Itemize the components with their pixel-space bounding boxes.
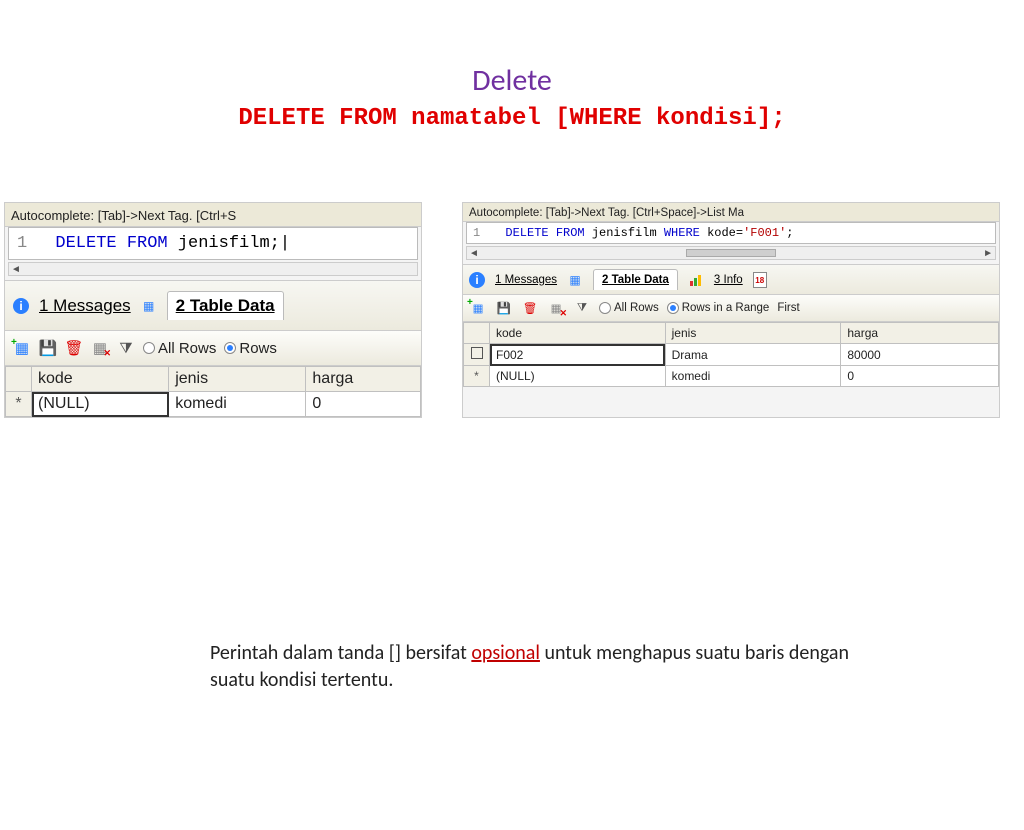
delete-grid-icon[interactable]: ▦	[91, 339, 109, 357]
sql-editor[interactable]: 1 DELETE FROM jenisfilm;|	[8, 227, 418, 260]
table-row[interactable]: * (NULL) komedi 0	[6, 392, 421, 417]
horizontal-scrollbar[interactable]: ◄	[8, 262, 418, 276]
save-icon[interactable]: 💾	[495, 299, 513, 317]
line-number: 1	[473, 226, 480, 240]
screenshot-left: Autocomplete: [Tab]->Next Tag. [Ctrl+S 1…	[4, 202, 422, 418]
result-grid[interactable]: kode jenis harga F002 Drama 80000 * (NUL…	[463, 322, 999, 387]
chart-icon	[688, 272, 704, 288]
line-number: 1	[17, 234, 27, 253]
slide-title: Delete	[0, 62, 1024, 99]
grid-toolbar: ▦ 💾 🗑 ▦ ⧩ All Rows Rows in a Range First	[463, 295, 999, 322]
result-grid[interactable]: kode jenis harga * (NULL) komedi 0	[5, 366, 421, 417]
table-row[interactable]: * (NULL) komedi 0	[464, 366, 999, 387]
grid-toolbar: ▦ 💾 🗑 ▦ ⧩ All Rows Rows	[5, 331, 421, 366]
tab-messages[interactable]: 1 Messages	[39, 296, 131, 316]
result-tabs: i 1 Messages ▦ 2 Table Data 3 Info 18	[463, 264, 999, 295]
radio-rows-range[interactable]: Rows	[224, 340, 277, 357]
filter-icon[interactable]: ⧩	[117, 339, 135, 357]
screenshot-right: Autocomplete: [Tab]->Next Tag. [Ctrl+Spa…	[462, 202, 1000, 418]
filter-icon[interactable]: ⧩	[573, 299, 591, 317]
autocomplete-hint: Autocomplete: [Tab]->Next Tag. [Ctrl+S	[5, 203, 421, 227]
radio-rows-range[interactable]: Rows in a Range	[667, 302, 770, 314]
grid-icon: ▦	[141, 298, 157, 314]
tab-messages[interactable]: 1 Messages	[495, 274, 557, 286]
autocomplete-hint: Autocomplete: [Tab]->Next Tag. [Ctrl+Spa…	[463, 203, 999, 222]
row-checkbox[interactable]	[464, 344, 490, 366]
delete-icon[interactable]: 🗑	[521, 299, 539, 317]
add-row-icon[interactable]: ▦	[13, 339, 31, 357]
add-row-icon[interactable]: ▦	[469, 299, 487, 317]
radio-all-rows[interactable]: All Rows	[599, 302, 659, 314]
save-icon[interactable]: 💾	[39, 339, 57, 357]
delete-icon[interactable]: 🗑	[65, 339, 83, 357]
tab-table-data[interactable]: 2 Table Data	[167, 291, 284, 320]
result-tabs: i 1 Messages ▦ 2 Table Data	[5, 280, 421, 331]
table-row[interactable]: F002 Drama 80000	[464, 344, 999, 366]
calendar-icon: 18	[753, 272, 767, 288]
tab-table-data[interactable]: 2 Table Data	[593, 269, 678, 290]
sql-syntax-template: DELETE FROM namatabel [WHERE kondisi];	[0, 105, 1024, 132]
label-first: First	[777, 302, 799, 314]
radio-all-rows[interactable]: All Rows	[143, 340, 216, 357]
tab-info[interactable]: 3 Info	[714, 274, 743, 286]
info-icon: i	[469, 272, 485, 288]
horizontal-scrollbar[interactable]: ◄►	[466, 246, 996, 260]
slide-caption: Perintah dalam tanda [] bersifat opsiona…	[210, 640, 850, 694]
delete-grid-icon[interactable]: ▦	[547, 299, 565, 317]
grid-icon: ▦	[567, 272, 583, 288]
sql-editor[interactable]: 1 DELETE FROM jenisfilm WHERE kode='F001…	[466, 222, 996, 244]
info-icon: i	[13, 298, 29, 314]
